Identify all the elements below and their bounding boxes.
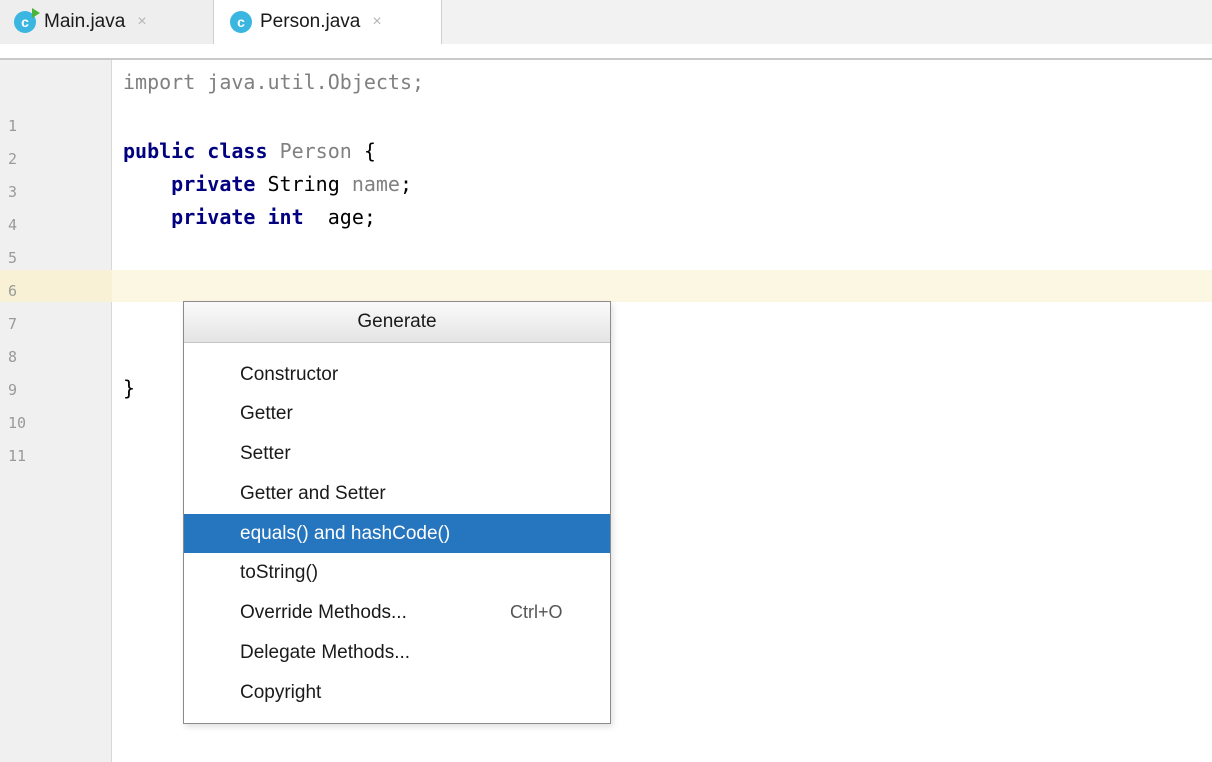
tab-main-java[interactable]: c Main.java × bbox=[0, 0, 214, 44]
close-icon[interactable]: × bbox=[372, 13, 381, 31]
line-number: 4 bbox=[8, 216, 18, 234]
keyword-private: private bbox=[171, 172, 256, 196]
keyword-class: class bbox=[207, 139, 268, 163]
line-number: 10 bbox=[8, 414, 27, 432]
keyword-private: private bbox=[171, 205, 256, 229]
type-name: int bbox=[267, 205, 304, 229]
keyword-import: import bbox=[123, 70, 196, 94]
code-line-4: private String name; bbox=[123, 168, 412, 200]
menu-item-delegate-methods[interactable]: Delegate Methods... bbox=[184, 633, 610, 672]
menu-item-getter-and-setter[interactable]: Getter and Setter bbox=[184, 474, 610, 513]
java-class-icon: c bbox=[230, 11, 252, 33]
type-name: String bbox=[267, 172, 340, 196]
tab-person-java[interactable]: c Person.java × bbox=[214, 0, 442, 44]
class-name: Person bbox=[279, 139, 352, 163]
tab-label: Person.java bbox=[260, 11, 361, 32]
java-runnable-class-icon: c bbox=[14, 8, 40, 33]
line-number: 9 bbox=[8, 381, 18, 399]
line-number: 1 bbox=[8, 117, 18, 135]
popup-title: Generate bbox=[184, 302, 610, 343]
close-icon[interactable]: × bbox=[137, 13, 146, 31]
field-name: age bbox=[327, 205, 364, 229]
line-number: 2 bbox=[8, 150, 18, 168]
code-line-1: import java.util.Objects; bbox=[123, 66, 424, 98]
menu-item-tostring[interactable]: toString() bbox=[184, 553, 610, 592]
open-brace: { bbox=[363, 139, 376, 163]
line-number: 11 bbox=[8, 447, 27, 465]
line-number: 6 bbox=[8, 282, 18, 300]
menu-item-setter[interactable]: Setter bbox=[184, 434, 610, 473]
shortcut-label: Ctrl+O bbox=[510, 602, 563, 622]
close-brace: } bbox=[123, 376, 136, 400]
caret-line-highlight bbox=[112, 270, 1212, 302]
line-number: 7 bbox=[8, 315, 18, 333]
semicolon: ; bbox=[399, 172, 413, 196]
field-name: name bbox=[351, 172, 400, 196]
code-line-10: } bbox=[123, 372, 135, 404]
tab-bar-divider bbox=[0, 58, 1212, 60]
generate-popup[interactable]: Generate Constructor Getter Setter Gette… bbox=[183, 301, 611, 724]
semicolon: ; bbox=[363, 205, 376, 229]
menu-item-equals-hashcode[interactable]: equals() and hashCode() bbox=[184, 514, 610, 553]
menu-item-copyright[interactable]: Copyright bbox=[184, 673, 610, 712]
line-number: 3 bbox=[8, 183, 18, 201]
line-number: 8 bbox=[8, 348, 18, 366]
line-number: 5 bbox=[8, 249, 18, 267]
run-badge-icon bbox=[32, 8, 40, 18]
code-line-3: public class Person { bbox=[123, 135, 376, 167]
code-line-5: private int age; bbox=[123, 201, 376, 233]
keyword-public: public bbox=[123, 139, 196, 163]
menu-item-override-methods[interactable]: Override Methods... Ctrl+O bbox=[184, 593, 610, 632]
menu-item-constructor[interactable]: Constructor bbox=[184, 355, 610, 394]
menu-item-getter[interactable]: Getter bbox=[184, 394, 610, 433]
tab-label: Main.java bbox=[44, 11, 126, 32]
editor-tab-bar: c Main.java × c Person.java × bbox=[0, 0, 1212, 44]
import-path: java.util.Objects; bbox=[195, 70, 425, 94]
